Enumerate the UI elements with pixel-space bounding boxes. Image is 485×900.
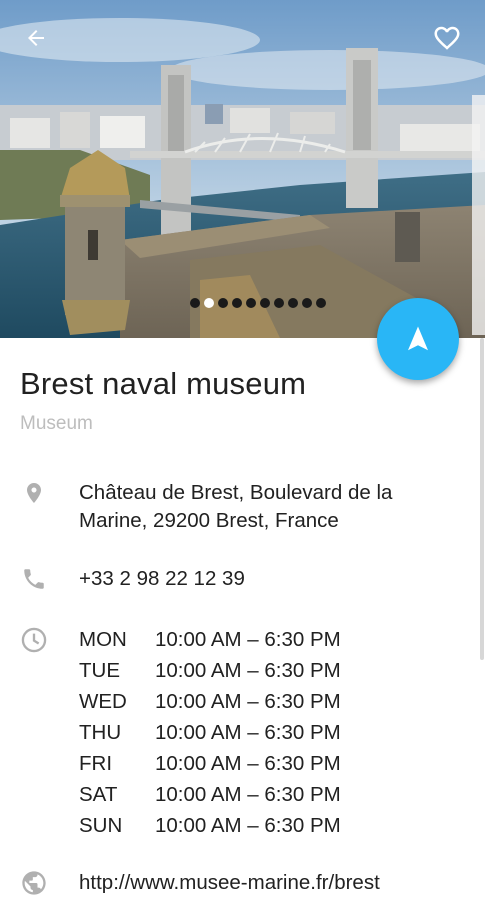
hours-row: TUE 10:00 AM – 6:30 PM [79, 655, 341, 686]
gallery-dot[interactable] [315, 298, 326, 308]
globe-icon [20, 869, 48, 897]
hours-time: 10:00 AM – 6:30 PM [155, 659, 341, 682]
hours-day: FRI [79, 752, 113, 775]
opening-hours: MON 10:00 AM – 6:30 PM TUE 10:00 AM – 6:30 … [79, 624, 341, 841]
gallery-dot[interactable] [301, 298, 312, 308]
navigation-arrow-icon [408, 326, 428, 351]
hours-row: FRI 10:00 AM – 6:30 PM [79, 748, 341, 779]
gallery-dot[interactable] [189, 298, 200, 308]
hours-time: 10:00 AM – 6:30 PM [155, 814, 341, 837]
navigate-button[interactable] [377, 298, 459, 380]
gallery-dot[interactable] [231, 298, 242, 308]
hours-time: 10:00 AM – 6:30 PM [155, 628, 341, 651]
address-line-2: Marine, 29200 Brest, France [79, 509, 339, 532]
place-phone[interactable]: +33 2 98 22 12 39 [79, 565, 245, 593]
phone-icon [20, 565, 48, 593]
place-name: Brest naval museum [20, 366, 307, 401]
place-photo-gallery[interactable] [0, 0, 485, 338]
gallery-dot[interactable] [245, 298, 256, 308]
hours-day: SUN [79, 814, 123, 837]
place-address[interactable]: Château de Brest, Boulevard de la Marine… [79, 479, 392, 535]
hours-day: SAT [79, 783, 118, 806]
hours-time: 10:00 AM – 6:30 PM [155, 752, 341, 775]
hours-time: 10:00 AM – 6:30 PM [155, 690, 341, 713]
gallery-dot[interactable] [273, 298, 284, 308]
hours-row: SUN 10:00 AM – 6:30 PM [79, 810, 341, 841]
clock-icon [20, 626, 48, 654]
hours-time: 10:00 AM – 6:30 PM [155, 721, 341, 744]
arrow-back-icon [28, 30, 44, 46]
favorite-button[interactable] [427, 18, 467, 58]
hours-row: SAT 10:00 AM – 6:30 PM [79, 779, 341, 810]
place-website-link[interactable]: http://www.musee-marine.fr/brest [79, 869, 380, 897]
hours-day: THU [79, 721, 122, 744]
place-category: Museum [20, 413, 93, 434]
back-button[interactable] [16, 18, 56, 58]
gallery-dot[interactable] [203, 298, 214, 308]
hours-day: TUE [79, 659, 120, 682]
address-line-1: Château de Brest, Boulevard de la [79, 481, 393, 504]
hours-row: WED 10:00 AM – 6:30 PM [79, 686, 341, 717]
place-photo [0, 0, 485, 338]
gallery-dot[interactable] [287, 298, 298, 308]
hours-row: MON 10:00 AM – 6:30 PM [79, 624, 341, 655]
gallery-dot[interactable] [217, 298, 228, 308]
hours-day: MON [79, 628, 127, 651]
hours-day: WED [79, 690, 127, 713]
location-pin-icon [20, 479, 48, 507]
scrollbar[interactable] [480, 338, 484, 660]
hours-row: THU 10:00 AM – 6:30 PM [79, 717, 341, 748]
hours-time: 10:00 AM – 6:30 PM [155, 783, 341, 806]
heart-outline-icon [434, 26, 460, 50]
gallery-dot[interactable] [259, 298, 270, 308]
